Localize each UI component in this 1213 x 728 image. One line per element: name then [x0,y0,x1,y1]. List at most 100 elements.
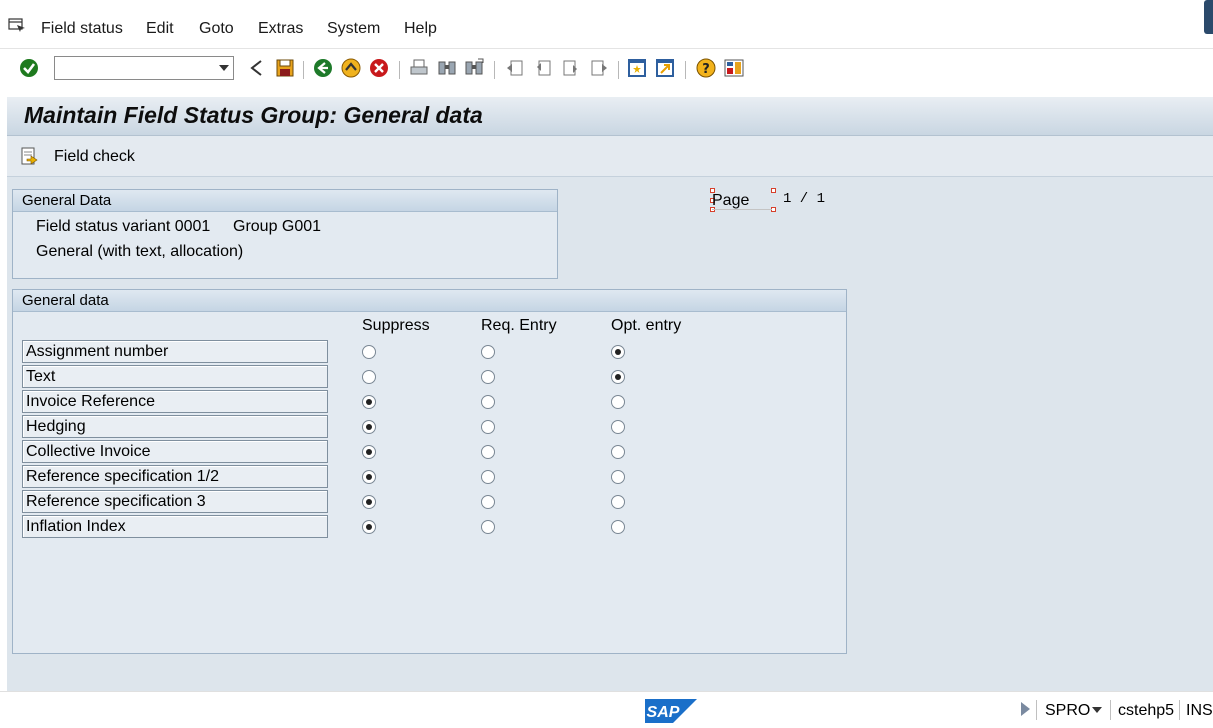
field-label: Collective Invoice [22,440,328,463]
title-bar: Maintain Field Status Group: General dat… [7,97,1213,136]
radio-suppress[interactable] [362,445,376,459]
field-check-button[interactable]: Field check [54,148,135,166]
chevron-down-icon[interactable] [1092,707,1102,713]
radio-required-entry[interactable] [481,445,495,459]
radio-required-entry[interactable] [481,370,495,384]
radio-suppress[interactable] [362,495,376,509]
print-icon[interactable] [409,58,429,78]
toolbar-separator [494,61,495,79]
radio-required-entry[interactable] [481,495,495,509]
field-label: Assignment number [22,340,328,363]
page-label: Page [712,192,750,209]
cancel-icon[interactable] [369,58,389,78]
general-data-header: General Data [13,190,557,212]
standard-toolbar: ? [0,48,1213,89]
menu-help[interactable]: Help [404,20,437,38]
status-separator [1036,700,1037,720]
field-label: Invoice Reference [22,390,328,413]
menu-goto[interactable]: Goto [199,20,234,38]
back-icon[interactable] [313,58,333,78]
radio-required-entry[interactable] [481,395,495,409]
selection-handle [771,188,776,193]
field-check-icon[interactable] [21,147,39,165]
sap-logo-text: SAP [647,704,680,721]
radio-suppress[interactable] [362,370,376,384]
enter-icon[interactable] [19,58,39,78]
page-title: Maintain Field Status Group: General dat… [24,102,483,128]
toolbar-separator [399,61,400,79]
first-page-icon[interactable] [505,58,525,78]
help-icon[interactable]: ? [696,58,716,78]
field-label: Reference specification 3 [22,490,328,513]
column-required-entry: Req. Entry [481,317,557,334]
radio-optional-entry[interactable] [611,345,625,359]
layout-icon[interactable] [724,58,744,78]
page-indicator: Page [710,188,776,212]
page-underline [712,209,772,210]
radio-optional-entry[interactable] [611,395,625,409]
find-icon[interactable] [437,58,457,78]
toolbar-separator [685,61,686,79]
toolbar-separator [618,61,619,79]
create-session-icon[interactable] [627,58,647,78]
shortcut-icon[interactable] [655,58,675,78]
save-icon[interactable] [275,58,295,78]
radio-optional-entry[interactable] [611,445,625,459]
command-field[interactable] [54,56,234,80]
column-optional-entry: Opt. entry [611,317,682,334]
radio-suppress[interactable] [362,420,376,434]
menu-system[interactable]: System [327,20,380,38]
menu-bar: Field status Edit Goto Extras System Hel… [0,0,1213,48]
radio-optional-entry[interactable] [611,520,625,534]
field-label: Reference specification 1/2 [22,465,328,488]
window-edge-tab [1204,0,1213,34]
radio-suppress[interactable] [362,395,376,409]
field-label: Text [22,365,328,388]
field-status-variant-text: Field status variant 0001 [36,218,211,235]
status-separator [1179,700,1180,720]
menu-icon[interactable] [8,18,26,32]
radio-optional-entry[interactable] [611,370,625,384]
status-separator [1110,700,1111,720]
menu-field-status[interactable]: Field status [41,20,123,38]
find-next-icon[interactable] [464,58,484,78]
last-page-icon[interactable] [589,58,609,78]
radio-suppress[interactable] [362,470,376,484]
toolbar-separator [303,61,304,79]
group-text: Group G001 [233,218,322,235]
application-toolbar: Field check [7,136,1213,177]
server-name: cstehp5 [1118,702,1175,719]
insert-mode: INS [1186,702,1213,719]
radio-optional-entry[interactable] [611,470,625,484]
menu-extras[interactable]: Extras [258,20,303,38]
chevron-down-icon[interactable] [219,65,229,71]
general-data-box: General Data Field status variant 0001 G… [12,189,558,279]
menu-edit[interactable]: Edit [146,20,174,38]
page-number: 1 / 1 [783,191,826,207]
radio-suppress[interactable] [362,520,376,534]
field-label: Hedging [22,415,328,438]
exit-icon[interactable] [341,58,361,78]
radio-optional-entry[interactable] [611,495,625,509]
transaction-code[interactable]: SPRO [1045,702,1090,720]
command-input[interactable] [58,58,218,80]
column-suppress: Suppress [362,317,430,334]
back-arrow-icon[interactable] [247,58,267,78]
radio-optional-entry[interactable] [611,420,625,434]
svg-text:?: ? [702,62,710,77]
field-status-header: General data [13,290,846,312]
status-bar: SAP SPRO cstehp5 INS [0,691,1213,728]
next-page-icon[interactable] [561,58,581,78]
field-label: Inflation Index [22,515,328,538]
radio-required-entry[interactable] [481,520,495,534]
previous-page-icon[interactable] [533,58,553,78]
sap-logo-icon: SAP [645,699,697,723]
radio-required-entry[interactable] [481,420,495,434]
group-description: General (with text, allocation) [36,243,244,260]
content-area: General Data Field status variant 0001 G… [7,177,1213,691]
radio-suppress[interactable] [362,345,376,359]
radio-required-entry[interactable] [481,345,495,359]
status-expand-icon[interactable] [1021,702,1030,716]
main-canvas: Maintain Field Status Group: General dat… [7,97,1213,691]
radio-required-entry[interactable] [481,470,495,484]
